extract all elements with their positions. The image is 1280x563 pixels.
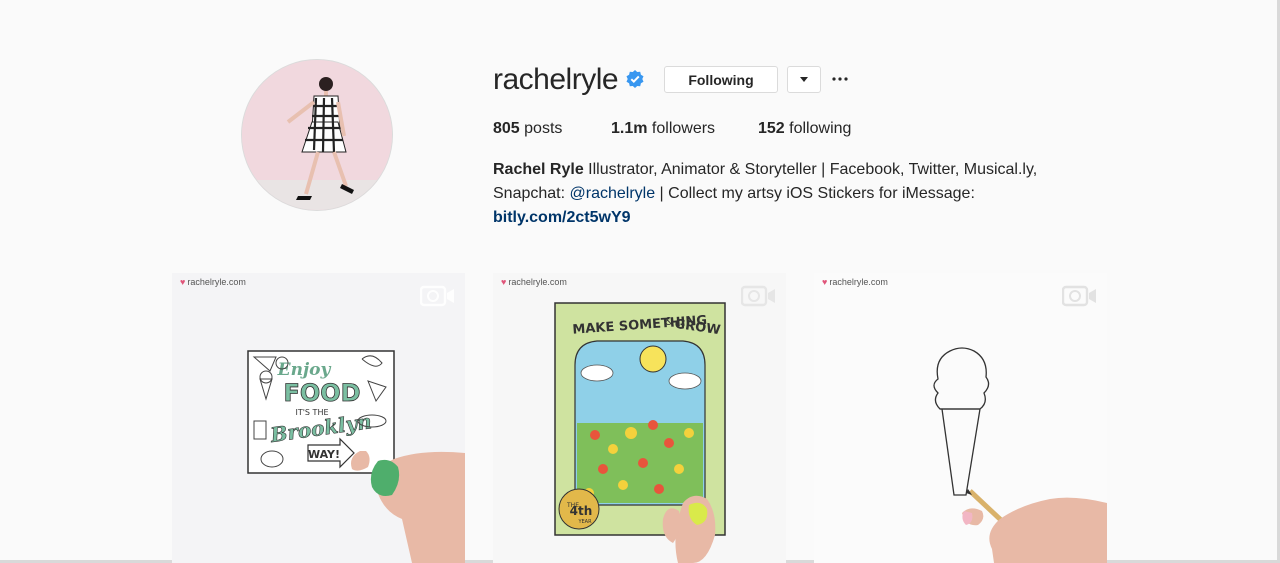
video-icon — [1062, 285, 1096, 307]
more-options-button[interactable] — [828, 67, 852, 91]
heart-icon: ♥ — [180, 277, 186, 287]
bio-mention-link[interactable]: @rachelryle — [570, 185, 656, 202]
post-thumbnail-ice-cream-drawing — [933, 347, 1107, 563]
post-thumbnail-food-card: Enjoy FOOD IT'S THE Brooklyn WAY! — [247, 350, 465, 563]
bio-full-name: Rachel Ryle — [493, 161, 584, 178]
suggestions-dropdown-button[interactable] — [787, 66, 821, 93]
following-link[interactable]: 152 following — [758, 119, 851, 139]
food-card-enjoy: Enjoy — [277, 360, 332, 380]
post-thumbnail-seed-packet: MAKE SOMETHING & GROW THE 4th YEAR — [554, 302, 726, 563]
food-card-food: FOOD — [283, 379, 360, 407]
following-count-label: following — [789, 120, 852, 137]
bio-text-2-suffix: | Collect my artsy iOS Stickers for iMes… — [655, 185, 975, 202]
watermark-text: rachelryle.com — [187, 277, 246, 287]
bio-line-2: Snapchat: @rachelryle | Collect my artsy… — [493, 182, 1093, 206]
caret-down-icon — [800, 77, 808, 82]
avatar-photo — [242, 60, 392, 210]
followers-count-label: followers — [651, 120, 716, 137]
seed-packet-badge-4th: 4th — [570, 504, 593, 518]
post-watermark: ♥ rachelryle.com — [180, 277, 246, 287]
following-count-value: 152 — [758, 120, 785, 137]
profile-username: rachelryle — [493, 63, 619, 96]
seed-packet-amp: & — [665, 315, 674, 328]
following-button[interactable]: Following — [664, 66, 778, 93]
food-card-way: WAY! — [308, 448, 340, 461]
posts-count: 805 posts — [493, 119, 562, 139]
more-horizontal-icon — [832, 77, 848, 81]
seed-packet-badge-year: YEAR — [577, 519, 592, 525]
video-icon — [741, 285, 775, 307]
followers-count-value: 1.1m — [611, 120, 648, 137]
video-icon — [420, 285, 454, 307]
profile-bio: Rachel Ryle Illustrator, Animator & Stor… — [493, 158, 1093, 230]
post-watermark: ♥ rachelryle.com — [822, 277, 888, 287]
verified-badge-icon — [625, 69, 645, 89]
posts-count-label: posts — [524, 120, 563, 137]
bio-line-3: bitly.com/2ct5wY9 — [493, 206, 1093, 230]
watermark-text: rachelryle.com — [508, 277, 567, 287]
bio-line-1: Rachel Ryle Illustrator, Animator & Stor… — [493, 158, 1093, 182]
heart-icon: ♥ — [501, 277, 507, 287]
watermark-text: rachelryle.com — [829, 277, 888, 287]
bio-text-2-prefix: Snapchat: — [493, 185, 570, 202]
profile-avatar[interactable] — [241, 59, 393, 211]
heart-icon: ♥ — [822, 277, 828, 287]
post-tile[interactable]: ♥ rachelryle.com — [814, 273, 1107, 563]
bio-external-link[interactable]: bitly.com/2ct5wY9 — [493, 209, 631, 226]
post-tile[interactable]: Enjoy FOOD IT'S THE Brooklyn WAY! ♥ rache… — [172, 273, 465, 563]
post-watermark: ♥ rachelryle.com — [501, 277, 567, 287]
bio-text-1: Illustrator, Animator & Storyteller | Fa… — [583, 161, 1038, 178]
posts-count-value: 805 — [493, 120, 520, 137]
post-tile[interactable]: MAKE SOMETHING & GROW THE 4th YEAR ♥ rach… — [493, 273, 786, 563]
followers-link[interactable]: 1.1m followers — [611, 119, 715, 139]
